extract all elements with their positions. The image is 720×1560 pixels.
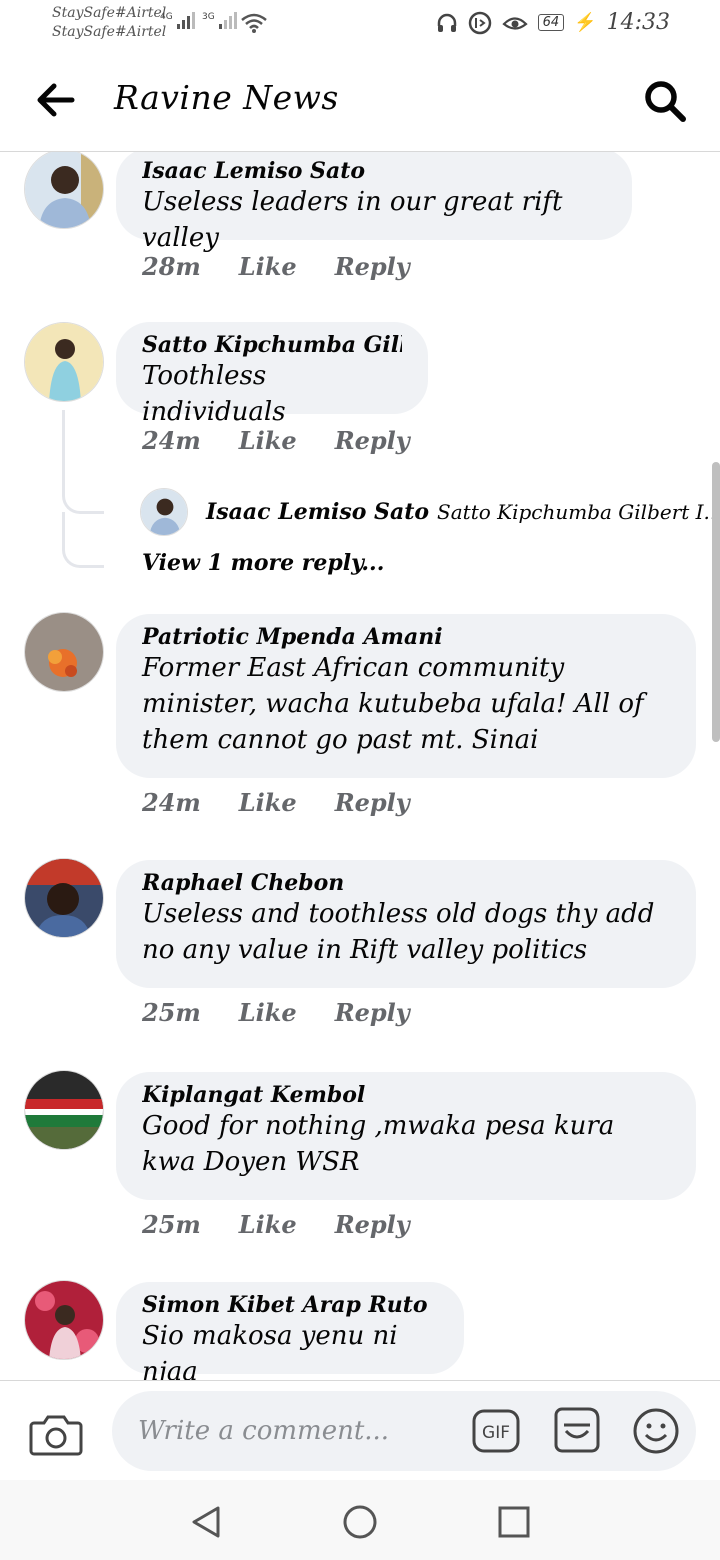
carrier-1: StaySafe#Airtel xyxy=(52,5,167,21)
status-right: 64 ⚡ 14:33 xyxy=(436,10,670,35)
clock: 14:33 xyxy=(606,10,670,35)
charging-icon: ⚡ xyxy=(574,12,597,33)
comment-time: 25m xyxy=(142,1210,201,1239)
svg-text:GIF: GIF xyxy=(482,1423,510,1443)
comments-list[interactable]: Isaac Lemiso Sato Useless leaders in our… xyxy=(0,152,720,1380)
status-bar: StaySafe#Airtel StaySafe#Airtel 4G 3G 64… xyxy=(0,0,720,50)
search-icon[interactable] xyxy=(642,78,688,124)
page-title: Ravine News xyxy=(114,78,339,117)
comment-actions: 25m Like Reply xyxy=(142,1210,410,1239)
avatar[interactable] xyxy=(24,152,104,229)
nav-recents-icon[interactable] xyxy=(494,1502,534,1542)
like-button[interactable]: Like xyxy=(239,998,297,1027)
comment-text: Useless leaders in our great rift valley xyxy=(142,187,563,253)
sticker-icon[interactable] xyxy=(552,1405,602,1455)
reply-preview[interactable]: Isaac Lemiso Sato Satto Kipchumba Gilber… xyxy=(140,488,720,536)
avatar[interactable] xyxy=(24,322,104,402)
comment-bubble[interactable]: Satto Kipchumba Gilbert Toothless indivi… xyxy=(116,322,428,427)
avatar[interactable] xyxy=(24,1070,104,1150)
avatar[interactable] xyxy=(24,858,104,938)
comment-bubble[interactable]: Kiplangat Kembol Good for nothing ,mwaka… xyxy=(116,1072,696,1200)
system-nav-bar xyxy=(0,1480,720,1560)
comment-author[interactable]: Patriotic Mpenda Amani xyxy=(142,624,670,650)
comment-bubble[interactable]: Patriotic Mpenda Amani Former East Afric… xyxy=(116,614,696,778)
thread-connector xyxy=(62,410,104,514)
like-button[interactable]: Like xyxy=(239,252,297,281)
comment-author[interactable]: Kiplangat Kembol xyxy=(142,1082,670,1108)
comment-bubble[interactable]: Raphael Chebon Useless and toothless old… xyxy=(116,860,696,988)
comment-time: 24m xyxy=(142,788,201,817)
comment-bubble[interactable]: Isaac Lemiso Sato Useless leaders in our… xyxy=(116,152,632,253)
network-type-1: 4G xyxy=(160,12,173,22)
comment-bubble[interactable]: Simon Kibet Arap Ruto Sio makosa yenu ni… xyxy=(116,1282,464,1380)
comment-text: Toothless individuals xyxy=(142,361,286,427)
eye-comfort-icon xyxy=(501,16,528,30)
comment-input[interactable] xyxy=(138,1409,458,1453)
comment-time: 28m xyxy=(142,252,201,281)
back-arrow-icon[interactable] xyxy=(34,80,78,120)
comment-text: Former East African community minister, … xyxy=(142,653,644,755)
signal-icon-2: 3G xyxy=(202,12,237,29)
avatar[interactable] xyxy=(24,612,104,692)
wifi-icon xyxy=(241,13,267,33)
comment-author[interactable]: Simon Kibet Arap Ruto xyxy=(142,1292,438,1318)
comment-actions: 25m Like Reply xyxy=(142,998,410,1027)
comment-text: Useless and toothless old dogs thy add n… xyxy=(142,899,655,965)
carrier-2: StaySafe#Airtel xyxy=(52,24,167,40)
view-more-replies[interactable]: View 1 more reply... xyxy=(142,550,384,576)
comment-composer: GIF xyxy=(0,1380,720,1480)
reply-button[interactable]: Reply xyxy=(335,252,410,281)
comment-text: Sio makosa yenu ni njaa xyxy=(142,1321,398,1380)
like-button[interactable]: Like xyxy=(239,788,297,817)
comment-time: 25m xyxy=(142,998,201,1027)
comment-actions: 24m Like Reply xyxy=(142,426,410,455)
reply-button[interactable]: Reply xyxy=(335,998,410,1027)
battery-level: 64 xyxy=(537,14,565,31)
network-type-2: 3G xyxy=(202,12,215,22)
comment-text: Good for nothing ,mwaka pesa kura kwa Do… xyxy=(142,1111,615,1177)
avatar[interactable] xyxy=(24,1280,104,1360)
like-button[interactable]: Like xyxy=(239,426,297,455)
reply-avatar[interactable] xyxy=(140,488,188,536)
nav-home-icon[interactable] xyxy=(340,1502,380,1542)
comment-time: 24m xyxy=(142,426,201,455)
nav-back-icon[interactable] xyxy=(186,1502,226,1542)
signal-icon-1: 4G xyxy=(160,12,195,29)
app-header: Ravine News xyxy=(0,50,720,152)
scrollbar[interactable] xyxy=(712,462,720,742)
reply-button[interactable]: Reply xyxy=(335,1210,410,1239)
comment-author[interactable]: Isaac Lemiso Sato xyxy=(142,158,606,184)
comment-author[interactable]: Satto Kipchumba Gilbert xyxy=(142,332,402,358)
comment-author[interactable]: Raphael Chebon xyxy=(142,870,670,896)
like-button[interactable]: Like xyxy=(239,1210,297,1239)
gif-icon[interactable]: GIF xyxy=(472,1407,520,1455)
comment-actions: 24m Like Reply xyxy=(142,788,410,817)
data-saver-icon xyxy=(468,11,491,34)
reply-author[interactable]: Isaac Lemiso Sato xyxy=(206,499,429,525)
comment-input-box[interactable]: GIF xyxy=(112,1391,696,1471)
reply-button[interactable]: Reply xyxy=(335,788,410,817)
carrier-names: StaySafe#Airtel StaySafe#Airtel xyxy=(52,4,166,42)
comment-actions: 28m Like Reply xyxy=(142,252,410,281)
reply-text: Satto Kipchumba Gilbert I... xyxy=(437,500,720,524)
camera-icon[interactable] xyxy=(28,1411,84,1457)
emoji-icon[interactable] xyxy=(632,1407,680,1455)
thread-connector xyxy=(62,512,104,568)
reply-button[interactable]: Reply xyxy=(335,426,410,455)
headphones-icon xyxy=(437,13,456,32)
